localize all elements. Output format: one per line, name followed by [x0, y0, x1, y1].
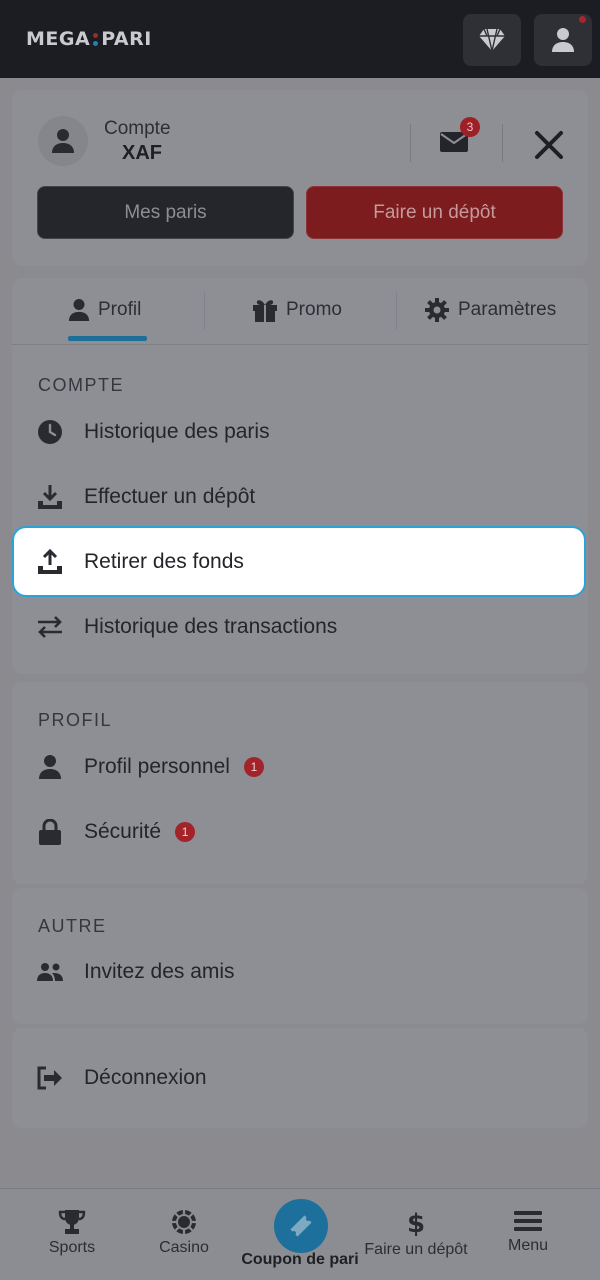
dollar-icon: $	[407, 1209, 425, 1237]
tab-label: Profil	[98, 299, 142, 320]
lock-icon	[36, 818, 64, 846]
section-autre: AUTRE Invitez des amis	[12, 888, 588, 1024]
gear-icon	[425, 298, 449, 322]
gift-icon	[253, 300, 277, 322]
notification-dot	[579, 16, 586, 23]
section-title: COMPTE	[38, 375, 125, 395]
section-title: AUTRE	[38, 916, 107, 936]
tabs-bar: Profil Promo Paramètres	[12, 278, 588, 344]
tab-profil[interactable]: Profil	[68, 278, 141, 342]
deposit-button[interactable]: Faire un dépôt	[306, 186, 563, 239]
menu-item-label: Invitez des amis	[84, 960, 235, 983]
menu-item-label: Déconnexion	[84, 1066, 207, 1089]
megapari-logo[interactable]: MEGA PARI	[26, 28, 152, 50]
tab-label: Promo	[286, 299, 342, 320]
hamburger-menu-icon	[514, 1211, 542, 1231]
divider	[396, 292, 397, 330]
divider	[502, 124, 503, 162]
menu-item-bet-history[interactable]: Historique des paris	[36, 412, 270, 452]
account-currency: XAF	[122, 142, 162, 164]
menu-item-label: Effectuer un dépôt	[84, 485, 256, 508]
divider	[410, 124, 411, 162]
section-compte: COMPTE Historique des paris Effectuer un…	[12, 344, 588, 674]
nav-sports[interactable]: Sports	[12, 1209, 132, 1257]
menu-item-withdraw-funds[interactable]: Retirer des fonds	[12, 526, 586, 597]
my-bets-button[interactable]: Mes paris	[37, 186, 294, 239]
tab-parametres[interactable]: Paramètres	[424, 278, 556, 342]
logo-separator	[93, 32, 99, 46]
bottom-navigation: Sports Casino Coupon de pari $ Faire un …	[0, 1188, 600, 1280]
nav-label: Casino	[159, 1239, 209, 1256]
download-icon	[36, 483, 64, 511]
user-icon	[68, 299, 90, 321]
account-card: Compte XAF 3 Mes paris Faire un dépôt	[12, 90, 588, 266]
tab-label: Paramètres	[458, 299, 557, 320]
nav-label: Faire un dépôt	[364, 1241, 468, 1258]
notification-badge: 1	[175, 822, 196, 842]
menu-item-security[interactable]: Sécurité 1	[36, 812, 196, 852]
menu-item-label: Profil personnel	[84, 755, 230, 778]
casino-chip-icon	[172, 1210, 196, 1234]
logout-button[interactable]: Déconnexion	[36, 1058, 207, 1098]
diamond-icon	[479, 28, 505, 52]
user-profile-button[interactable]	[534, 14, 592, 66]
menu-item-invite-friends[interactable]: Invitez des amis	[36, 952, 235, 992]
user-icon	[552, 28, 574, 52]
menu-item-label: Historique des transactions	[84, 615, 338, 638]
menu-item-label: Sécurité	[84, 820, 162, 843]
trophy-icon	[58, 1210, 86, 1234]
close-icon	[535, 131, 563, 159]
logo-text-left: MEGA	[26, 28, 91, 50]
nav-casino[interactable]: Casino	[124, 1209, 244, 1257]
active-tab-indicator	[68, 336, 147, 341]
nav-label: Sports	[48, 1239, 96, 1256]
logo-text-right: PARI	[101, 28, 152, 50]
user-icon	[52, 129, 74, 153]
ticket-icon	[290, 1215, 312, 1237]
menu-item-transaction-history[interactable]: Historique des transactions	[36, 607, 337, 647]
users-icon	[36, 958, 64, 986]
menu-item-label: Retirer des fonds	[84, 549, 244, 573]
svg-text:$: $	[407, 1209, 425, 1237]
menu-item-label: Historique des paris	[84, 420, 270, 443]
menu-item-make-deposit[interactable]: Effectuer un dépôt	[36, 477, 255, 517]
vip-button[interactable]	[463, 14, 521, 66]
messages-count-badge: 3	[460, 117, 480, 137]
upload-icon	[36, 548, 64, 576]
top-bar: MEGA PARI	[0, 0, 600, 78]
notification-badge: 1	[243, 757, 264, 777]
account-label: Compte	[104, 118, 171, 139]
divider	[204, 292, 205, 330]
nav-label-bet-slip: Coupon de pari	[241, 1251, 359, 1268]
tab-promo[interactable]: Promo	[252, 278, 342, 342]
section-profil: PROFIL Profil personnel 1 Sécurité 1	[12, 682, 588, 884]
nav-label: Menu	[507, 1237, 549, 1254]
menu-item-personal-profile[interactable]: Profil personnel 1	[36, 747, 264, 787]
nav-deposit[interactable]: $ Faire un dépôt	[356, 1209, 476, 1259]
logout-icon	[36, 1064, 64, 1092]
account-avatar	[38, 116, 88, 166]
user-icon	[36, 753, 64, 781]
clock-icon	[36, 418, 64, 446]
section-title: PROFIL	[38, 710, 113, 730]
section-logout: Déconnexion	[12, 1028, 588, 1128]
nav-bet-slip[interactable]	[274, 1199, 328, 1253]
nav-menu[interactable]: Menu	[468, 1209, 588, 1255]
close-button[interactable]	[530, 126, 568, 164]
swap-arrows-icon	[36, 613, 64, 641]
